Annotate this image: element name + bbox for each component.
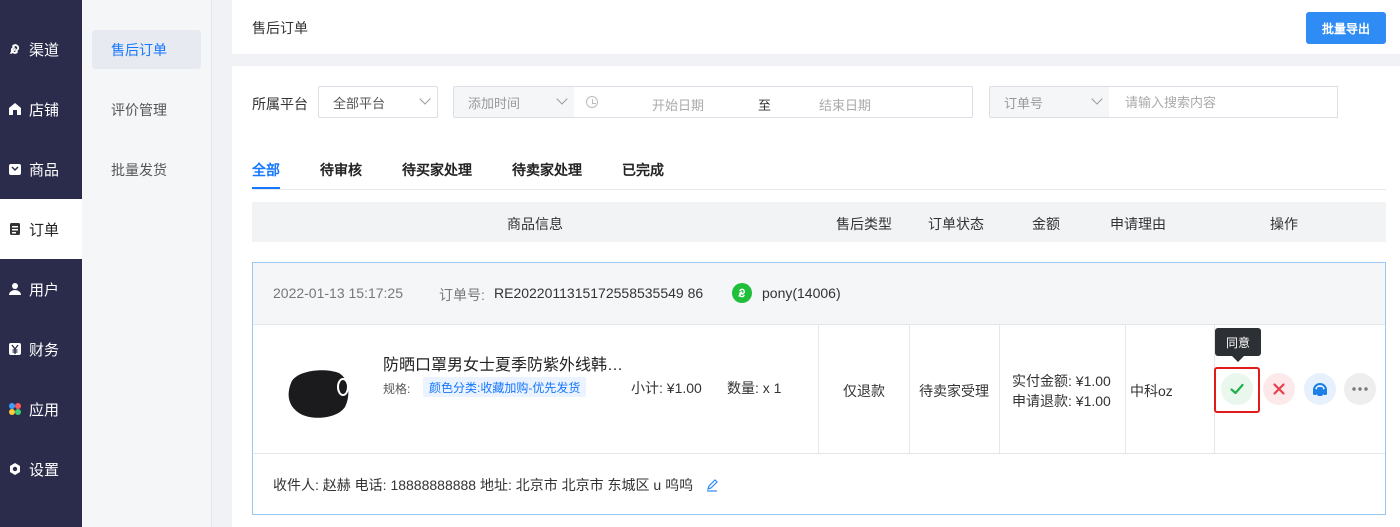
nav-item-channel[interactable]: 渠道 bbox=[0, 19, 82, 79]
order-card: 2022-01-13 15:17:25 订单号: RE2022011315172… bbox=[252, 262, 1386, 515]
time-type-select[interactable]: 添加时间 bbox=[453, 86, 575, 118]
order-time: 2022-01-13 15:17:25 bbox=[273, 285, 403, 301]
nav-item-settings[interactable]: 设置 bbox=[0, 439, 82, 499]
chevron-down-icon bbox=[419, 93, 431, 105]
nav-item-goods[interactable]: 商品 bbox=[0, 139, 82, 199]
agree-button[interactable] bbox=[1221, 373, 1253, 405]
order-header: 2022-01-13 15:17:25 订单号: RE2022011315172… bbox=[253, 263, 1385, 325]
reject-button[interactable] bbox=[1263, 373, 1295, 405]
main-content: 所属平台 全部平台 添加时间 开始日期 至 结束日期 订单号 全部 待审核 待买… bbox=[232, 66, 1400, 527]
edit-icon[interactable] bbox=[705, 478, 719, 492]
nav-item-users[interactable]: 用户 bbox=[0, 259, 82, 319]
subtotal: 小计: ¥1.00 bbox=[631, 380, 702, 396]
order-status: 待卖家受理 bbox=[919, 383, 989, 399]
column-divider bbox=[1125, 325, 1126, 454]
product-name[interactable]: 防晒口罩男女士夏季防紫外线韩… bbox=[383, 351, 623, 375]
tab-pending-review[interactable]: 待审核 bbox=[320, 160, 362, 180]
column-divider bbox=[818, 325, 819, 454]
user-icon bbox=[8, 282, 22, 296]
order-number-label: 订单号: bbox=[439, 287, 485, 303]
quantity: 数量: x 1 bbox=[727, 380, 782, 396]
yen-icon bbox=[8, 342, 22, 356]
page-title: 售后订单 bbox=[252, 20, 308, 36]
search-type-value: 订单号 bbox=[1004, 95, 1044, 111]
nav-item-label: 店铺 bbox=[29, 101, 60, 119]
end-date-input[interactable]: 结束日期 bbox=[819, 95, 871, 114]
nav-item-label: 渠道 bbox=[29, 41, 60, 59]
column-divider bbox=[999, 325, 1000, 454]
table-header: 商品信息 售后类型 订单状态 金额 申请理由 操作 bbox=[252, 202, 1386, 242]
clock-icon bbox=[586, 96, 598, 108]
column-header-type: 售后类型 bbox=[836, 216, 892, 232]
apps-icon bbox=[8, 402, 22, 416]
subnav-item-batch-shipping[interactable]: 批量发货 bbox=[92, 150, 201, 189]
column-header-reason: 申请理由 bbox=[1110, 216, 1166, 232]
main-nav: 渠道 店铺 商品 订单 用户 财务 应用 设置 bbox=[0, 0, 82, 527]
more-button[interactable] bbox=[1344, 373, 1376, 405]
search-type-select[interactable]: 订单号 bbox=[989, 86, 1110, 118]
nav-item-label: 设置 bbox=[29, 461, 60, 479]
column-header-actions: 操作 bbox=[1270, 216, 1298, 232]
customer-service-button[interactable] bbox=[1304, 373, 1336, 405]
nav-item-label: 财务 bbox=[29, 341, 60, 359]
gear-icon bbox=[8, 462, 22, 476]
check-icon bbox=[1230, 383, 1244, 395]
nav-item-label: 用户 bbox=[29, 281, 60, 299]
subnav-item-aftersale-orders[interactable]: 售后订单 bbox=[92, 30, 201, 69]
platform-select-value: 全部平台 bbox=[333, 95, 386, 111]
sub-nav: 售后订单 评价管理 批量发货 bbox=[82, 0, 212, 527]
paid-amount: 实付金额: ¥1.00 bbox=[1012, 373, 1111, 389]
product-image[interactable] bbox=[283, 365, 353, 421]
tab-completed[interactable]: 已完成 bbox=[622, 160, 664, 180]
time-type-value: 添加时间 bbox=[468, 95, 521, 111]
column-header-status: 订单状态 bbox=[928, 216, 984, 232]
platform-label: 所属平台 bbox=[252, 96, 308, 112]
chevron-down-icon bbox=[556, 93, 568, 105]
platform-select[interactable]: 全部平台 bbox=[318, 86, 438, 118]
order-number: RE2022011315172558535549 86 bbox=[494, 285, 704, 301]
link-icon bbox=[8, 42, 22, 56]
spec-label: 规格: bbox=[383, 382, 411, 396]
tab-all[interactable]: 全部 bbox=[252, 160, 280, 189]
close-icon bbox=[1273, 383, 1285, 395]
tabs-divider bbox=[252, 189, 1386, 190]
clipboard-icon bbox=[8, 222, 22, 236]
apply-reason: 中科oz bbox=[1130, 383, 1173, 399]
refund-amount: 申请退款: ¥1.00 bbox=[1012, 393, 1111, 409]
subnav-item-reviews[interactable]: 评价管理 bbox=[92, 90, 201, 129]
nav-item-label: 商品 bbox=[29, 161, 60, 179]
date-range-separator: 至 bbox=[758, 98, 772, 113]
aftersale-type: 仅退款 bbox=[843, 383, 885, 399]
start-date-input[interactable]: 开始日期 bbox=[652, 95, 704, 114]
tab-pending-seller[interactable]: 待卖家处理 bbox=[512, 160, 582, 180]
wechat-icon bbox=[732, 283, 752, 303]
nav-item-finance[interactable]: 财务 bbox=[0, 319, 82, 379]
column-header-product: 商品信息 bbox=[507, 216, 563, 232]
spec-tag: 颜色分类:收藏加购-优先发货 bbox=[423, 377, 587, 397]
nav-item-label: 应用 bbox=[29, 401, 60, 419]
buyer-name[interactable]: pony(14006) bbox=[762, 285, 841, 301]
chevron-down-icon bbox=[1091, 93, 1103, 105]
search-input[interactable] bbox=[1109, 86, 1338, 118]
batch-export-button[interactable]: 批量导出 bbox=[1306, 12, 1386, 44]
store-icon bbox=[8, 102, 22, 116]
more-dots-icon bbox=[1352, 387, 1368, 391]
nav-item-label: 订单 bbox=[29, 221, 60, 239]
receiver-info: 收件人: 赵赫 电话: 18888888888 地址: 北京市 北京市 东城区 … bbox=[273, 475, 719, 495]
box-icon bbox=[8, 162, 22, 176]
nav-item-apps[interactable]: 应用 bbox=[0, 379, 82, 439]
agree-tooltip: 同意 bbox=[1215, 328, 1261, 362]
receiver-text: 收件人: 赵赫 电话: 18888888888 地址: 北京市 北京市 东城区 … bbox=[273, 477, 694, 493]
headset-icon bbox=[1313, 383, 1327, 396]
nav-item-orders[interactable]: 订单 bbox=[0, 199, 82, 259]
page-header: 售后订单 批量导出 bbox=[232, 0, 1400, 54]
nav-item-store[interactable]: 店铺 bbox=[0, 79, 82, 139]
column-header-amount: 金额 bbox=[1032, 216, 1060, 232]
tab-pending-buyer[interactable]: 待买家处理 bbox=[402, 160, 472, 180]
date-range-picker[interactable]: 开始日期 至 结束日期 bbox=[574, 86, 973, 118]
column-divider bbox=[909, 325, 910, 454]
